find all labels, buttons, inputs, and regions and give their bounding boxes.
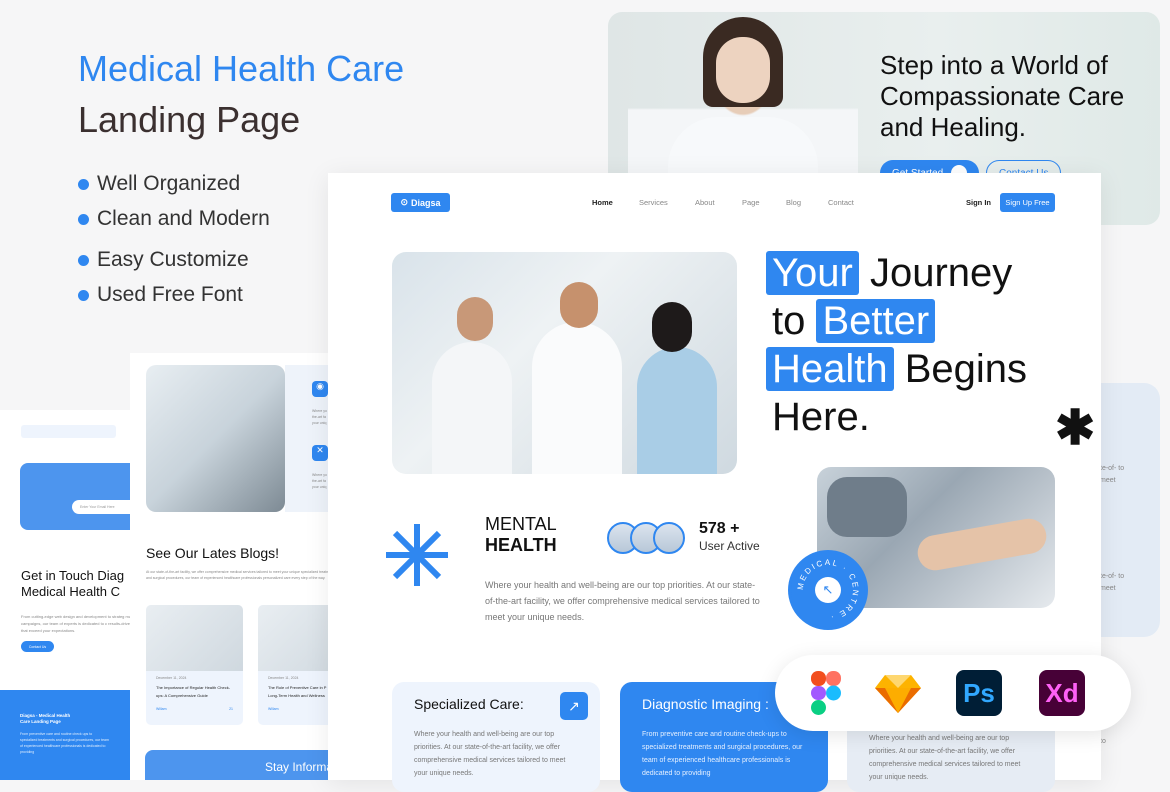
blog-title: The Importance of Regular Health Check-u… — [156, 685, 231, 698]
feature-label: Used Free Font — [97, 283, 243, 306]
feature-label: Easy Customize — [97, 248, 249, 271]
asterisk-icon: ✱ — [1055, 402, 1096, 455]
blog-author: Willam — [268, 707, 279, 711]
feature-label: Clean and Modern — [97, 207, 270, 230]
adobe-xd-icon: Xd — [1039, 670, 1085, 716]
sketch-icon — [875, 675, 921, 713]
highlight-word: Better — [816, 299, 936, 343]
blogs-intro: At our state-of-the-art facility, we off… — [146, 570, 328, 580]
hero-line-3: Health Begins — [766, 345, 1027, 393]
blog-image — [258, 605, 328, 671]
mental-health-description: Where your health and well-being are our… — [485, 580, 760, 622]
email-input[interactable]: Enter Your Email Here — [72, 500, 130, 514]
hero-word: Begins — [904, 347, 1028, 391]
comment-count: 21 — [229, 707, 233, 711]
blog-card[interactable]: December 11, 2024 The Importance of Regu… — [146, 605, 243, 725]
arrow-up-left-icon: ↖ — [815, 577, 841, 603]
design-tools-pill: Ps Xd — [775, 655, 1131, 731]
location-pin-icon: ⊙ — [400, 197, 409, 207]
blogs-title: See Our Lates Blogs! — [146, 545, 280, 561]
showcase-subtitle: Landing Page — [78, 99, 301, 140]
highlight-word: Your — [766, 251, 859, 295]
preview-text: te-of- to meet — [1100, 465, 1125, 484]
nav-contact[interactable]: Contact — [828, 198, 854, 207]
tools-icon: ✕ — [312, 445, 328, 461]
blog-page-preview: ◉ Where yo the-art fa your uniq ✕ Where … — [130, 353, 328, 780]
service-card[interactable]: Specialized Care: ↗ Where your health an… — [392, 682, 600, 792]
blog-title: The Role of Preventive Care in P Long-Te… — [268, 685, 327, 698]
feature-item: Easy Customize — [78, 248, 249, 272]
card-text: From preventive care and routine check-u… — [642, 731, 803, 777]
card-text: Where your health and well-being are our… — [414, 731, 566, 777]
nav-about[interactable]: About — [695, 198, 715, 207]
preview-text: te-of- to meet — [1100, 573, 1125, 592]
card-text: Where your health and well-being are our… — [869, 735, 1021, 781]
asterisk-blue-icon — [386, 524, 448, 586]
nav-page[interactable]: Page — [742, 198, 760, 207]
logo[interactable]: ⊙ Diagsa — [391, 193, 450, 212]
bullet-icon — [78, 254, 89, 266]
footer-text: From preventive care and routine check u… — [20, 732, 109, 754]
right-preview-card: te-of- to meet te-of- to meet — [1100, 383, 1160, 637]
blog-date: December 11, 2024 — [156, 676, 187, 680]
footer-title: Diagsa - Medical Health Care Landing Pag… — [20, 713, 71, 724]
hero-line-4: Here. — [772, 395, 870, 439]
health-label: HEALTH — [485, 535, 557, 555]
contact-page-preview: Enter Your Email Here Get in Touch Diag … — [0, 410, 130, 780]
blog-hero-image — [146, 365, 285, 512]
hero-word: Journey — [869, 251, 1013, 295]
services-panel: ◉ Where yo the-art fa your uniq ✕ Where … — [285, 365, 328, 512]
drop-icon: ◉ — [312, 381, 328, 397]
newsletter-banner: Enter Your Email Here — [20, 463, 130, 530]
sign-up-button[interactable]: Sign Up Free — [1000, 193, 1055, 212]
hero-line-2: to Better — [766, 297, 936, 345]
photoshop-icon: Ps — [956, 670, 1002, 716]
blog-date: December 11, 2024 — [268, 676, 299, 680]
sign-in-link[interactable]: Sign In — [966, 198, 991, 207]
contact-text: From cutting-edge web design and develop… — [21, 614, 130, 633]
doctors-hero-image — [392, 252, 737, 474]
logo-text: Diagsa — [411, 197, 441, 208]
nav-blog[interactable]: Blog — [786, 198, 801, 207]
blog-card-fragment — [21, 425, 116, 438]
hero-line-1: Your Journey — [766, 249, 1012, 297]
users-count: 578 + — [699, 520, 740, 537]
user-avatar — [653, 522, 685, 554]
bullet-icon — [78, 289, 89, 301]
feature-item: Well Organized — [78, 172, 240, 196]
feature-item: Used Free Font — [78, 283, 243, 307]
mental-label: MENTAL — [485, 514, 557, 534]
mental-health-title: MENTAL HEALTH — [485, 514, 557, 556]
feature-item: Clean and Modern — [78, 207, 270, 231]
showcase-title: Medical Health Care — [78, 48, 405, 89]
figma-icon — [811, 671, 841, 715]
nav-services[interactable]: Services — [639, 198, 668, 207]
bullet-icon — [78, 213, 89, 225]
contact-title: Get in Touch Diag Medical Health C — [21, 568, 125, 599]
blog-author: Willam — [156, 707, 167, 711]
feature-label: Well Organized — [97, 172, 241, 195]
service-text: Where yo the-art fa your uniq — [312, 473, 327, 489]
footer: Diagsa - Medical Health Care Landing Pag… — [0, 690, 130, 780]
highlight-word: Health — [766, 347, 894, 391]
newsletter-banner: Stay Informa — [145, 750, 328, 780]
medical-centre-badge: MEDICAL · CENTRE · ↖ — [791, 553, 865, 627]
blog-card[interactable]: December 11, 2024 The Role of Preventive… — [258, 605, 328, 725]
users-label: User Active — [699, 539, 760, 553]
nav-home[interactable]: Home — [592, 198, 613, 207]
contact-us-button[interactable]: Contact Us — [21, 641, 54, 652]
hero-word: to — [772, 299, 806, 343]
bullet-icon — [78, 178, 89, 190]
preview-headline: Step into a World of Compassionate Care … — [880, 50, 1125, 142]
service-text: Where yo the-art fa your uniq — [312, 409, 327, 425]
card-title: Specialized Care: — [414, 696, 524, 712]
arrow-up-right-icon[interactable]: ↗ — [560, 692, 588, 720]
blog-image — [146, 605, 243, 671]
